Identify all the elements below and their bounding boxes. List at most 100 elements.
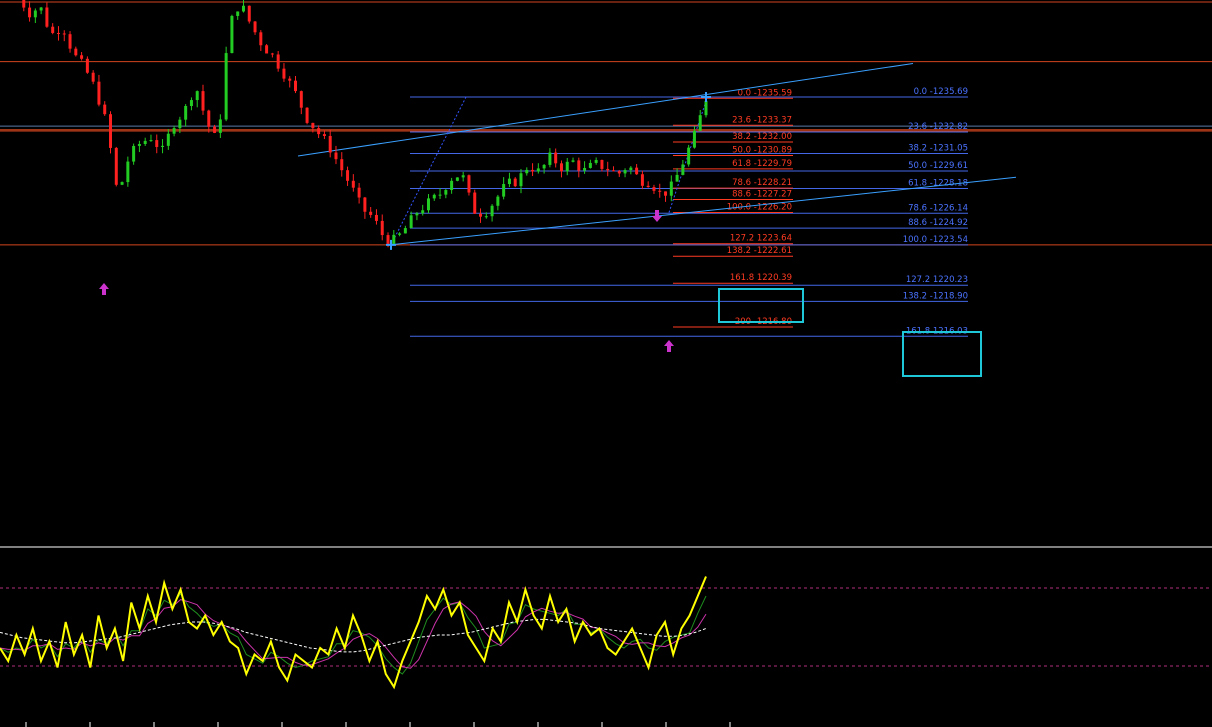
candle-body — [600, 159, 604, 169]
candle-body — [288, 78, 292, 81]
candle-body — [33, 10, 37, 18]
candle-body — [253, 21, 257, 33]
candle-body — [426, 198, 430, 211]
candle-body — [594, 159, 598, 163]
candle-body — [189, 100, 193, 107]
candle-body — [340, 159, 344, 171]
candle-body — [51, 26, 55, 33]
candle-body — [455, 177, 459, 181]
price-chart-canvas[interactable]: 0.0 -1235.69 23.6 -1232.82 38.2 -1231.05 50… — [0, 0, 1212, 727]
candle-body — [681, 164, 685, 175]
fib-red-label: 50.0 -1230.89 — [732, 145, 792, 155]
candle-body — [103, 104, 107, 115]
candle-body — [398, 233, 402, 235]
candle-body — [45, 7, 49, 27]
candle-body — [467, 175, 471, 193]
candle-body — [513, 178, 517, 187]
candle-body — [409, 215, 413, 229]
candle-body — [432, 194, 436, 199]
candle-body — [346, 170, 350, 181]
fib-red-label: 127.2 1223.64 — [730, 234, 792, 244]
candle-body — [195, 91, 199, 101]
candle-body — [704, 100, 708, 116]
candle-body — [91, 72, 95, 82]
candle-body — [652, 187, 656, 191]
candle-body — [484, 216, 488, 218]
osc-green-line — [0, 592, 707, 675]
candle-body — [294, 80, 298, 92]
candle-body — [201, 91, 205, 111]
candle-body — [28, 7, 32, 18]
candle-body — [114, 147, 118, 185]
candle-body — [126, 161, 130, 183]
fib-blue-label: 50.0 -1229.61 — [908, 161, 968, 171]
candle-body — [22, 0, 26, 8]
candle-body — [374, 214, 378, 221]
candle-body — [542, 164, 546, 169]
fib-blue-label: 127.2 1220.23 — [906, 275, 968, 285]
fib-red-label: 0.0 -1235.59 — [738, 88, 792, 98]
fib-red-label: 23.6 -1233.37 — [732, 115, 792, 125]
candle-body — [299, 91, 303, 108]
candle-body — [611, 170, 615, 172]
candle-body — [502, 184, 506, 197]
candle-body — [259, 32, 263, 46]
candle-body — [629, 167, 633, 171]
up-arrow-icon — [99, 283, 109, 295]
candle-body — [311, 122, 315, 129]
candle-body — [606, 168, 610, 171]
candle-body — [640, 174, 644, 186]
candle-body — [461, 175, 465, 178]
candle-body — [224, 53, 228, 120]
candle-body — [571, 160, 575, 162]
fib-blue-label: 138.2 -1218.90 — [903, 291, 968, 301]
candle-body — [687, 147, 691, 165]
candle-body — [282, 68, 286, 79]
up-arrow-icon — [664, 340, 674, 352]
candle-body — [109, 114, 113, 148]
candle-body — [68, 34, 72, 49]
candle-body — [241, 5, 245, 12]
candle-body — [698, 115, 702, 131]
candle-body — [276, 54, 280, 69]
candle-body — [357, 187, 361, 198]
candle-body — [322, 134, 326, 136]
candle-body — [265, 45, 269, 54]
candle-body — [155, 140, 159, 147]
candle-body — [415, 213, 419, 216]
candle-body — [218, 119, 222, 133]
candle-body — [692, 130, 696, 148]
candle-body — [80, 55, 84, 59]
fib-red-label: 38.2 -1232.00 — [732, 132, 792, 142]
candle-body — [178, 119, 182, 129]
candle-body — [473, 192, 477, 214]
candle-body — [583, 167, 587, 171]
candle-body — [658, 190, 662, 192]
candle-body — [305, 107, 309, 123]
candle-body — [39, 7, 43, 11]
candle-body — [369, 211, 373, 215]
candle-body — [270, 53, 274, 55]
fib-red-label: 78.6 -1228.21 — [732, 178, 792, 188]
candle-body — [536, 168, 540, 172]
candle-body — [132, 145, 136, 162]
candle-body — [623, 170, 627, 174]
candle-body — [421, 210, 425, 214]
fib-blue-label: 0.0 -1235.69 — [914, 87, 968, 97]
candle-body — [56, 32, 60, 34]
highlight-boxes — [718, 288, 982, 377]
candle-body — [559, 163, 563, 172]
candle-body — [525, 169, 529, 174]
candle-body — [161, 145, 165, 147]
candle-body — [386, 235, 390, 244]
trading-chart[interactable]: 0.0 -1235.69 23.6 -1232.82 38.2 -1231.05 50… — [0, 0, 1212, 727]
candle-body — [507, 178, 511, 185]
fib-blue-label: 23.6 -1232.82 — [908, 122, 968, 132]
fib-red-label: 88.6 -1227.27 — [732, 190, 792, 200]
candle-body — [548, 152, 552, 165]
candle-body — [213, 126, 217, 133]
candle-body — [247, 5, 251, 22]
candle-body — [74, 48, 78, 56]
candle-body — [675, 174, 679, 182]
cross-marker-icon — [701, 92, 711, 103]
